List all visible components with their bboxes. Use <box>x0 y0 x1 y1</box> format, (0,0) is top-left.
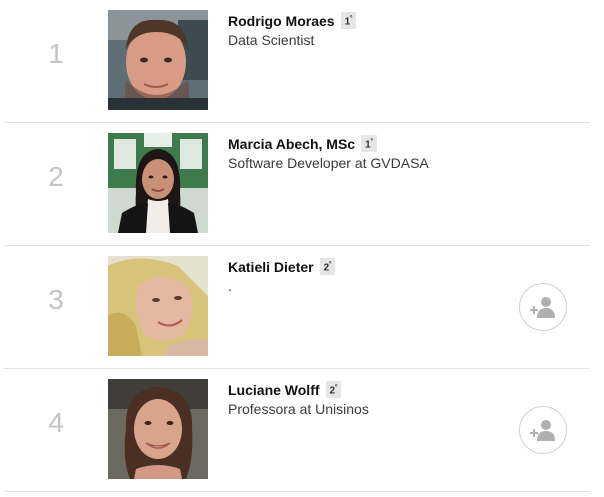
person-info: Luciane Wolff 2º Professora at Unisinos <box>228 381 369 417</box>
person-info: Rodrigo Moraes 1º Data Scientist <box>228 12 357 49</box>
list-item: 4 Luciane Wolff 2º Professora at Unisino… <box>4 369 590 492</box>
add-connection-icon <box>530 420 555 441</box>
add-connection-icon <box>530 297 555 318</box>
list-item: 3 Katieli Dieter 2º . <box>4 246 590 369</box>
list-item: 2 Marcia Abech, MSc 1º Software Develope… <box>4 123 590 246</box>
person-headline: Data Scientist <box>228 32 315 49</box>
person-headline: . <box>228 278 232 295</box>
connection-degree-badge: 2º <box>325 381 342 399</box>
profile-photo[interactable] <box>108 10 208 110</box>
person-name[interactable]: Luciane Wolff <box>228 382 320 398</box>
rank-number: 4 <box>48 407 64 438</box>
connection-degree-badge: 1º <box>340 12 357 30</box>
person-name[interactable]: Rodrigo Moraes <box>228 13 335 29</box>
person-headline: Software Developer at GVDASA <box>228 155 429 172</box>
person-name[interactable]: Katieli Dieter <box>228 259 314 275</box>
rank-number: 1 <box>48 38 64 69</box>
connection-degree-badge: 1º <box>361 135 377 153</box>
rank-number: 3 <box>48 284 64 315</box>
profile-photo[interactable] <box>108 133 208 233</box>
connect-button[interactable] <box>519 406 567 454</box>
person-headline: Professora at Unisinos <box>228 401 369 418</box>
rank-number: 2 <box>48 161 64 192</box>
profile-photo[interactable] <box>108 256 208 356</box>
profile-photo[interactable] <box>108 379 208 479</box>
person-info: Marcia Abech, MSc 1º Software Developer … <box>228 135 429 171</box>
connect-button[interactable] <box>519 283 567 331</box>
person-info: Katieli Dieter 2º . <box>228 258 336 295</box>
connection-degree-badge: 2º <box>319 258 336 276</box>
person-name[interactable]: Marcia Abech, MSc <box>228 136 355 152</box>
people-list: 1 Rodrigo Moraes 1º Data Scientist 2 Mar… <box>0 0 604 492</box>
list-item: 1 Rodrigo Moraes 1º Data Scientist <box>4 0 590 123</box>
